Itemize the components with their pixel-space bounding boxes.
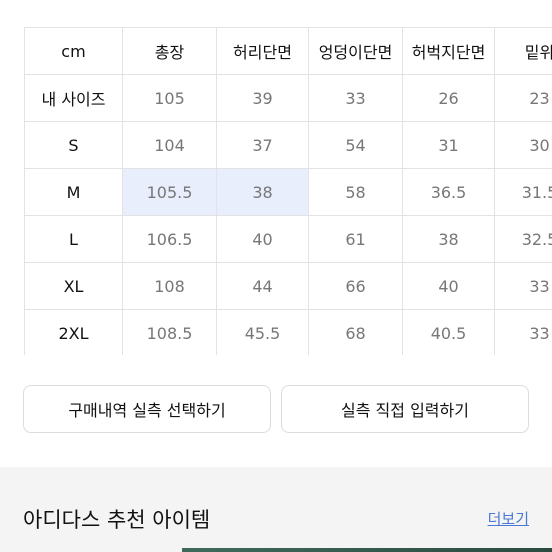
table-cell: 104 (122, 121, 217, 169)
table-cell: 31.5 (494, 168, 552, 216)
table-header-row: cm 총장 허리단면 엉덩이단면 허벅지단면 밑위 (24, 27, 552, 75)
header-cell-hip: 엉덩이단면 (308, 27, 403, 75)
section-title: 아디다스 추천 아이템 (23, 508, 211, 532)
table-cell: 61 (308, 215, 403, 263)
table-cell: 33 (494, 309, 552, 355)
header-cell-unit: cm (24, 27, 123, 75)
table-cell: 30 (494, 121, 552, 169)
table-cell: 106.5 (122, 215, 217, 263)
table-cell: 68 (308, 309, 403, 355)
table-cell: 40.5 (402, 309, 495, 355)
enter-measurements-button[interactable]: 실측 직접 입력하기 (281, 385, 529, 433)
row-label: 2XL (24, 309, 123, 355)
header-cell-waist: 허리단면 (216, 27, 309, 75)
select-purchase-history-label: 구매내역 실측 선택하기 (68, 401, 226, 420)
row-label: L (24, 215, 123, 263)
table-cell: 40 (402, 262, 495, 310)
row-label: XL (24, 262, 123, 310)
header-cell-thigh: 허벅지단면 (402, 27, 495, 75)
select-purchase-history-button[interactable]: 구매내역 실측 선택하기 (23, 385, 271, 433)
table-cell: 58 (308, 168, 403, 216)
table-cell: 26 (402, 74, 495, 122)
table-cell: 40 (216, 215, 309, 263)
row-label: 내 사이즈 (24, 74, 123, 122)
table-cell: 33 (494, 262, 552, 310)
see-more-link[interactable]: 더보기 (488, 508, 529, 529)
table-cell: 32.5 (494, 215, 552, 263)
table-cell: 45.5 (216, 309, 309, 355)
size-table: cm 총장 허리단면 엉덩이단면 허벅지단면 밑위 내 사이즈 105 39 3… (24, 27, 552, 355)
enter-measurements-label: 실측 직접 입력하기 (341, 401, 469, 420)
table-cell: 36.5 (402, 168, 495, 216)
table-cell: 66 (308, 262, 403, 310)
table-row-m: M 105.5 38 58 36.5 31.5 (24, 168, 552, 216)
table-cell: 108.5 (122, 309, 217, 355)
table-row-my-size: 내 사이즈 105 39 33 26 23 (24, 74, 552, 122)
table-row-l: L 106.5 40 61 38 32.5 (24, 215, 552, 263)
header-cell-rise: 밑위 (494, 27, 552, 75)
size-table-container: cm 총장 허리단면 엉덩이단면 허벅지단면 밑위 내 사이즈 105 39 3… (24, 27, 552, 355)
table-cell: 38 (402, 215, 495, 263)
table-cell: 33 (308, 74, 403, 122)
table-cell: 23 (494, 74, 552, 122)
header-cell-total-length: 총장 (122, 27, 217, 75)
table-row-2xl: 2XL 108.5 45.5 68 40.5 33 (24, 309, 552, 355)
table-cell-highlighted: 105.5 (122, 168, 217, 216)
table-cell: 105 (122, 74, 217, 122)
table-cell: 54 (308, 121, 403, 169)
product-thumbnail-strip[interactable] (182, 548, 552, 552)
row-label: S (24, 121, 123, 169)
table-row-xl: XL 108 44 66 40 33 (24, 262, 552, 310)
table-cell-highlighted: 38 (216, 168, 309, 216)
table-cell: 39 (216, 74, 309, 122)
row-label: M (24, 168, 123, 216)
table-row-s: S 104 37 54 31 30 (24, 121, 552, 169)
table-cell: 108 (122, 262, 217, 310)
table-cell: 31 (402, 121, 495, 169)
table-cell: 44 (216, 262, 309, 310)
table-cell: 37 (216, 121, 309, 169)
recommended-items-section: 아디다스 추천 아이템 더보기 (0, 467, 552, 552)
